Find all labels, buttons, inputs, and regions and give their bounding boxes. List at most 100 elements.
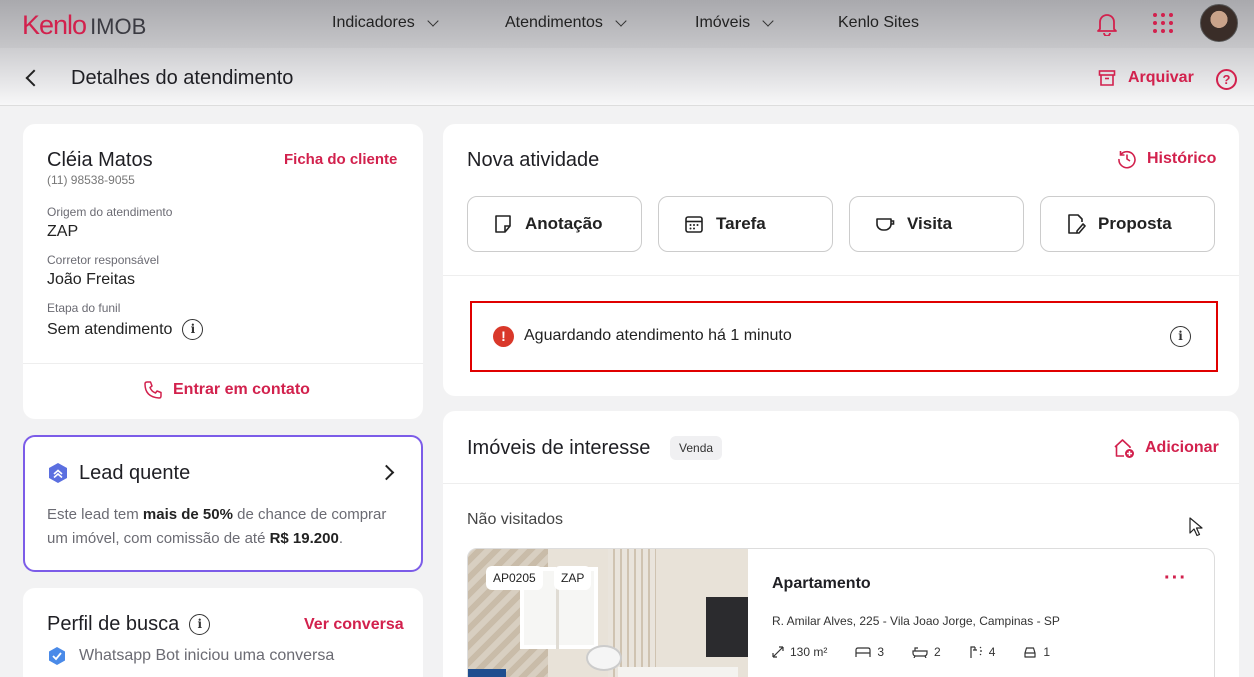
kenlo-logo[interactable]: Kenlo IMOB [22,10,146,41]
calendar-icon [685,216,703,233]
new-activity-title: Nova atividade [467,149,600,171]
info-icon[interactable]: i [189,614,211,635]
sale-badge: Venda [670,436,723,460]
back-arrow-icon[interactable] [25,69,43,87]
help-icon[interactable]: ? [1216,69,1237,90]
nav-atendimentos[interactable]: Atendimentos [505,14,627,32]
view-conversation-link[interactable]: Ver conversa [304,616,404,634]
chevron-down-icon [427,14,439,27]
page-header: Detalhes do atendimento Arquivar ? [0,48,1254,106]
properties-title: Imóveis de interesse [467,437,651,459]
property-source-tag: ZAP [554,566,592,590]
more-options-icon[interactable]: ··· [1164,567,1187,590]
nav-label: Atendimentos [505,14,603,31]
lead-description: Este lead tem mais de 50% de chance de c… [47,503,407,551]
property-photo[interactable]: AP0205 ZAP [468,549,748,677]
property-info: Apartamento ··· R. Amilar Alves, 225 - V… [748,549,1214,677]
archive-label: Arquivar [1128,69,1194,86]
client-card: Cléia Matos Ficha do cliente (11) 98538-… [23,124,423,419]
bathrooms-spec: 2 [912,645,941,659]
lead-chance: mais de 50% [142,506,233,523]
page-title: Detalhes do atendimento [71,67,294,89]
proposal-label: Proposta [1098,214,1172,233]
archive-icon [1098,70,1116,86]
history-label: Histórico [1147,150,1217,167]
property-listing[interactable]: AP0205 ZAP Apartamento ··· R. Amilar Alv… [467,548,1215,677]
history-icon [1118,150,1136,169]
divider [23,363,423,364]
note-label: Anotação [525,214,603,233]
area-value: 130 m² [790,645,828,659]
search-profile-item-text: Whatsapp Bot iniciou uma conversa [79,647,335,664]
client-phone: (11) 98538-9055 [47,173,135,187]
divider [443,275,1239,276]
contact-label: Entrar em contato [173,381,310,398]
interest-properties-card: Imóveis de interesse Venda Adicionar Não… [443,411,1239,677]
visit-icon [876,218,895,231]
archive-button[interactable]: Arquivar [1098,69,1194,87]
visit-label: Visita [907,214,953,233]
task-button[interactable]: Tarefa [658,196,833,252]
property-type: Apartamento [772,575,871,592]
proposal-button[interactable]: Proposta [1040,196,1215,252]
lead-title: Lead quente [79,462,191,484]
nav-imoveis[interactable]: Imóveis [695,14,774,32]
client-profile-link[interactable]: Ficha do cliente [284,151,397,168]
info-icon[interactable]: i [182,319,204,340]
search-profile-card: Perfil de busca i Ver conversa Whatsapp … [23,588,423,677]
nav-kenlo-sites[interactable]: Kenlo Sites [838,14,919,32]
proposal-icon [1068,214,1086,234]
bed-icon [855,647,871,657]
add-property-button[interactable]: Adicionar [1113,437,1219,459]
add-house-icon [1114,439,1134,458]
info-icon[interactable]: i [1170,326,1191,347]
suites-spec: 4 [969,645,995,659]
lead-text: . [338,530,343,547]
brand-product: IMOB [90,14,147,39]
stage-value: Sem atendimento [47,320,173,338]
stage-row: Sem atendimento i [47,319,204,340]
verified-check-icon [49,647,65,665]
phone-icon [144,381,162,399]
bell-icon[interactable] [1096,12,1118,36]
history-button[interactable]: Histórico [1117,149,1216,169]
note-icon [495,215,511,233]
lead-badge-icon [49,463,67,483]
property-specs: 130 m² 3 2 4 1 [772,645,1050,659]
lead-text: Este lead tem [47,506,143,523]
nav-indicadores[interactable]: Indicadores [332,14,439,32]
add-property-label: Adicionar [1145,439,1219,456]
lead-commission: R$ 19.200 [269,530,339,547]
nav-label: Imóveis [695,14,751,31]
note-button[interactable]: Anotação [467,196,642,252]
not-visited-heading: Não visitados [467,511,564,528]
chevron-down-icon [615,14,627,27]
client-name: Cléia Matos [47,149,153,171]
bathtub-icon [912,647,928,658]
waiting-alert: ! Aguardando atendimento há 1 minuto i [470,301,1218,372]
area-spec: 130 m² [772,645,827,659]
chevron-right-icon[interactable] [378,464,395,481]
search-profile-header: Perfil de busca i [47,613,211,636]
agent-value: João Freitas [47,271,136,288]
nav-label: Indicadores [332,14,415,31]
top-nav-bar: Kenlo IMOB Indicadores Atendimentos Imóve… [0,0,1254,48]
bedrooms-value: 3 [877,645,885,659]
area-icon [772,646,784,658]
nav-label: Kenlo Sites [838,14,919,31]
task-label: Tarefa [716,214,766,233]
property-code-tag: AP0205 [486,566,543,590]
hot-lead-card[interactable]: Lead quente Este lead tem mais de 50% de… [23,435,423,572]
divider [443,483,1239,484]
visit-button[interactable]: Visita [849,196,1024,252]
apps-grid-icon[interactable] [1153,13,1173,33]
parking-spec: 1 [1023,645,1050,659]
origin-value: ZAP [47,223,79,240]
shower-icon [970,646,982,658]
search-profile-title: Perfil de busca [47,613,180,635]
contact-button[interactable]: Entrar em contato [143,380,310,400]
user-avatar[interactable] [1200,4,1238,42]
property-address: R. Amilar Alves, 225 - Vila Joao Jorge, … [772,614,1060,628]
car-icon [1024,647,1037,658]
search-profile-item: Whatsapp Bot iniciou uma conversa [47,646,334,666]
